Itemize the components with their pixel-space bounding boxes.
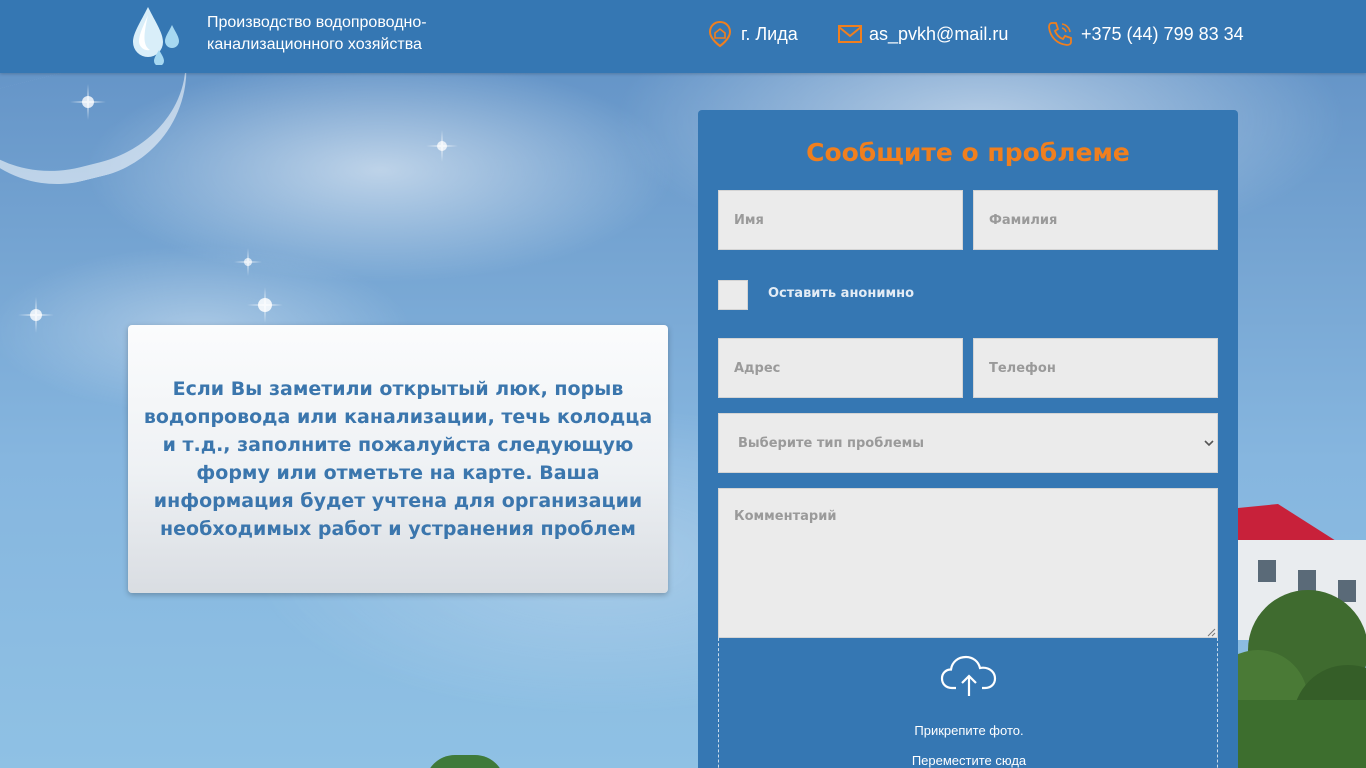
photo-dropzone[interactable]: Прикрепите фото. Переместите сюда [718, 638, 1218, 768]
phone-contact[interactable]: +375 (44) 799 83 34 [1045, 18, 1244, 50]
upload-hint-line2: Переместите сюда [911, 753, 1027, 768]
info-card: Если Вы заметили открытый люк, порыв вод… [128, 325, 668, 593]
phone-number: +375 (44) 799 83 34 [1081, 23, 1244, 44]
sparkle-decoration [18, 297, 54, 333]
house-decoration [1238, 504, 1366, 768]
email-link: as_pvkh@mail.ru [869, 23, 1009, 44]
sparkle-decoration [234, 248, 262, 276]
resize-grip-icon[interactable] [1207, 628, 1216, 637]
anonymous-checkbox[interactable] [718, 280, 748, 310]
water-drops-logo[interactable] [130, 5, 182, 65]
address-input[interactable] [718, 338, 963, 398]
mail-icon [838, 25, 862, 43]
anonymous-label[interactable]: Оставить анонимно [768, 286, 914, 301]
site-header: Производство водопроводно-канализационно… [0, 0, 1366, 73]
problem-type-select[interactable]: Выберите тип проблемы [718, 413, 1218, 473]
sparkle-decoration [247, 287, 283, 323]
surname-input[interactable] [973, 190, 1218, 250]
cloud-upload-icon [940, 655, 997, 696]
phone-input[interactable] [973, 338, 1218, 398]
problem-type-value: Выберите тип проблемы [738, 435, 925, 451]
info-text: Если Вы заметили открытый люк, порыв вод… [143, 378, 653, 540]
form-title: Сообщите о проблеме [806, 138, 1130, 167]
sparkle-decoration [70, 84, 106, 120]
chevron-down-icon [1204, 440, 1214, 447]
upload-hint-line1: Прикрепите фото. [914, 723, 1024, 738]
email-contact[interactable]: as_pvkh@mail.ru [837, 18, 1008, 50]
city-contact[interactable]: г. Лида [705, 18, 798, 50]
company-name: Производство водопроводно-канализационно… [207, 14, 427, 53]
name-input[interactable] [718, 190, 963, 250]
tree-decoration [425, 755, 505, 768]
city-label: г. Лида [741, 23, 798, 44]
report-form: Сообщите о проблеме Оставить анонимно Вы… [698, 110, 1238, 768]
phone-icon [1048, 22, 1072, 46]
sparkle-decoration [426, 130, 458, 162]
location-pin-icon [708, 20, 732, 48]
comment-textarea[interactable] [718, 488, 1218, 638]
